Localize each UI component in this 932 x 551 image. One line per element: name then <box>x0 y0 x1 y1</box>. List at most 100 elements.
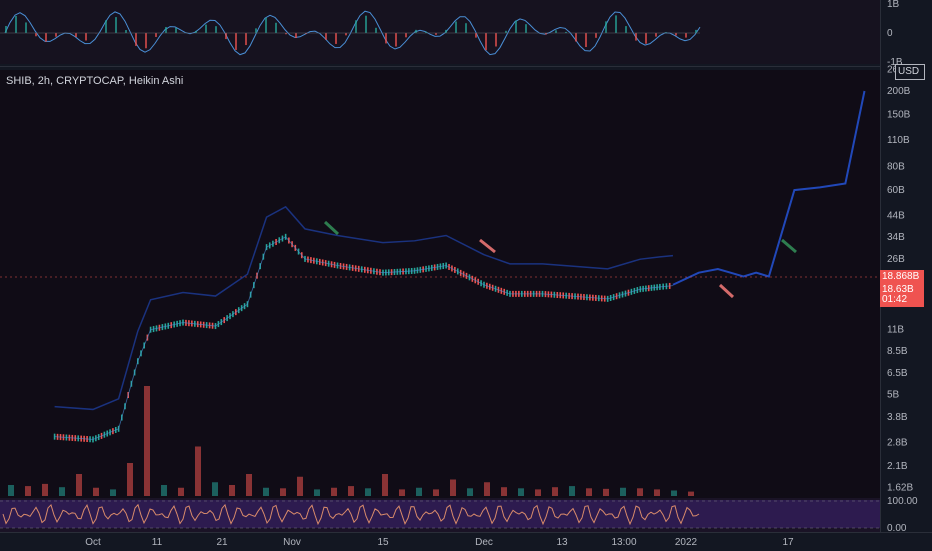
trend-arrow <box>720 285 733 297</box>
price-tick-label: 5B <box>887 390 900 401</box>
price-tick-label: 110B <box>887 135 910 146</box>
time-tick-label: Oct <box>85 537 101 548</box>
volume-bar <box>8 485 14 496</box>
volume-bar <box>569 486 575 496</box>
top-histogram-bar <box>345 33 347 35</box>
time-tick-label: 2022 <box>675 537 698 548</box>
price-tick-label: 2.1B <box>887 461 908 472</box>
top-histogram-bar <box>505 31 507 33</box>
top-histogram-bar <box>495 33 497 46</box>
last-price-badge: 18.868B <box>880 270 924 284</box>
top-histogram-bar <box>675 33 677 36</box>
top-histogram-bar <box>385 33 387 43</box>
volume-bar <box>263 488 269 496</box>
projection-line <box>673 91 865 285</box>
top-histogram-bar <box>695 30 697 33</box>
volume-bar <box>59 487 65 496</box>
top-histogram-bar <box>105 20 107 33</box>
top-histogram-bar <box>645 33 647 44</box>
time-tick-label: Dec <box>475 537 493 548</box>
volume-bar <box>280 488 286 496</box>
price-tick-label: 34B <box>887 232 905 243</box>
top-histogram-bar <box>205 25 207 33</box>
volume-bar <box>161 485 167 496</box>
countdown-badge: 01:42 <box>880 293 924 307</box>
top-histogram-bar <box>175 28 177 33</box>
top-histogram-bar <box>635 33 637 41</box>
volume-bar <box>603 489 609 496</box>
currency-badge[interactable]: USD <box>895 64 925 80</box>
volume-bar <box>144 386 150 496</box>
volume-bar <box>450 480 456 497</box>
top-axis-label: 0 <box>887 28 893 39</box>
top-histogram-bar <box>465 23 467 33</box>
volume-bar <box>212 482 218 496</box>
top-histogram-bar <box>135 33 137 46</box>
top-histogram-bar <box>475 33 477 38</box>
volume-bar <box>195 447 201 497</box>
volume-bar <box>399 489 405 496</box>
volume-bar <box>365 488 371 496</box>
top-histogram-bar <box>365 16 367 33</box>
top-histogram-bar <box>245 33 247 45</box>
price-tick-label: 150B <box>887 110 911 121</box>
top-histogram-bar <box>165 27 167 33</box>
time-tick-label: Nov <box>283 537 301 548</box>
volume-bar <box>535 489 541 496</box>
volume-bar <box>246 474 252 496</box>
volume-bar <box>297 477 303 496</box>
top-histogram-bar <box>235 33 237 50</box>
top-histogram-bar <box>575 33 577 42</box>
volume-bar <box>42 484 48 496</box>
top-histogram-bar <box>605 21 607 33</box>
top-histogram-bar <box>45 33 47 42</box>
top-histogram-bar <box>215 26 217 33</box>
price-tick-label: 2.8B <box>887 437 908 448</box>
top-histogram-bar <box>455 21 457 33</box>
top-histogram-bar <box>485 33 487 50</box>
top-histogram-bar <box>125 30 127 33</box>
top-histogram-bar <box>405 33 407 37</box>
volume-bar <box>314 489 320 496</box>
volume-bar <box>110 489 116 496</box>
top-histogram-bar <box>85 33 87 40</box>
volume-bar <box>654 489 660 496</box>
top-histogram-bar <box>55 33 57 37</box>
top-histogram-bar <box>225 33 227 39</box>
top-histogram-bar <box>275 23 277 33</box>
top-histogram-bar <box>295 33 297 38</box>
volume-bar <box>93 488 99 496</box>
time-tick-label: 13 <box>556 537 568 548</box>
top-histogram-bar <box>15 16 17 33</box>
time-tick-label: 15 <box>377 537 389 548</box>
top-histogram-bar <box>615 15 617 33</box>
volume-bar <box>552 487 558 496</box>
top-histogram-bar <box>445 30 447 33</box>
top-histogram-bar <box>145 33 147 48</box>
top-histogram-bar <box>35 33 37 36</box>
top-histogram-bar <box>415 30 417 33</box>
osc-axis-label: 100.00 <box>887 496 918 507</box>
top-histogram-bar <box>525 24 527 33</box>
volume-bar <box>501 487 507 496</box>
top-histogram-bar <box>25 22 27 33</box>
time-tick-label: 17 <box>782 537 794 548</box>
top-histogram-bar <box>395 33 397 46</box>
volume-bar <box>348 486 354 496</box>
time-tick-label: 21 <box>216 537 228 548</box>
top-histogram-bar <box>195 31 197 33</box>
top-histogram-bar <box>555 30 557 33</box>
volume-bar <box>484 482 490 496</box>
trend-arrow <box>480 240 495 252</box>
volume-bar <box>25 486 31 496</box>
volume-bar <box>331 488 337 496</box>
top-histogram-bar <box>685 33 687 38</box>
volume-bar <box>416 488 422 496</box>
price-tick-label: 1.62B <box>887 482 913 493</box>
top-histogram-bar <box>265 18 267 33</box>
trend-arrow <box>325 222 338 234</box>
stochastic-line <box>3 505 699 524</box>
price-tick-label: 3.8B <box>887 412 908 423</box>
volume-bar <box>382 474 388 496</box>
time-tick-label: 11 <box>152 537 163 548</box>
